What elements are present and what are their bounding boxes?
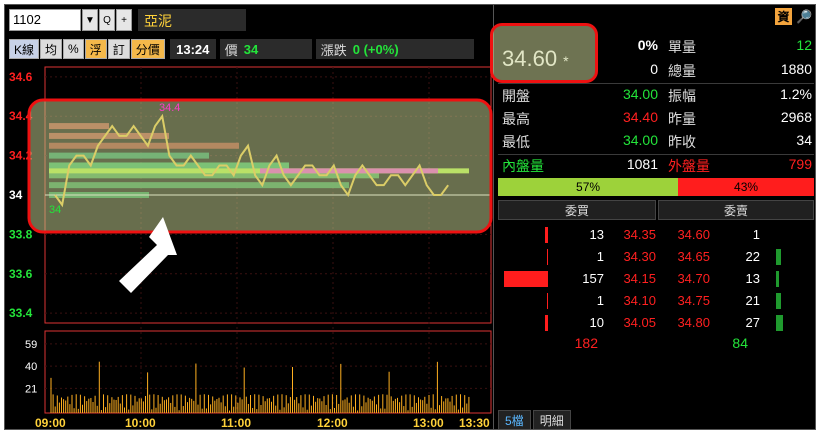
y-tick-label: 33.8 xyxy=(9,227,33,241)
ask-price: 34.60 xyxy=(677,227,710,242)
bid-price: 34.10 xyxy=(623,293,656,308)
inner-volume-label: 內盤量 xyxy=(502,158,544,174)
last-price-value: 34.60 xyxy=(502,46,558,71)
single-volume: 12 xyxy=(796,37,812,53)
order-book-row[interactable]: 1 34.30 34.65 22 xyxy=(494,247,815,267)
volume-tick-label: 21 xyxy=(25,383,37,395)
info-icon[interactable]: 資 xyxy=(775,8,792,25)
total-volume-label: 總量 xyxy=(668,63,696,79)
ask-depth-bar xyxy=(776,293,781,309)
x-tick-label: 13:00 xyxy=(413,416,444,430)
amplitude: 1.2% xyxy=(780,86,812,102)
low-label: 最低 xyxy=(502,134,530,150)
bid-price: 34.05 xyxy=(623,315,656,330)
order-book-row[interactable]: 10 34.05 34.80 27 xyxy=(494,313,815,333)
tab-five-levels[interactable]: 5檔 xyxy=(498,410,531,429)
ask-volume: 13 xyxy=(745,271,760,286)
x-tick-label: 11:00 xyxy=(221,416,251,430)
ask-volume: 27 xyxy=(745,315,760,330)
order-book-row[interactable]: 157 34.15 34.70 13 xyxy=(494,269,815,289)
divider xyxy=(498,154,814,155)
bid-volume: 1 xyxy=(596,249,604,264)
last-price: 34.60 * xyxy=(500,39,596,79)
bid-depth-bar xyxy=(504,271,548,287)
bid-volume: 1 xyxy=(596,293,604,308)
order-book-row[interactable]: 13 34.35 34.60 1 xyxy=(494,225,815,245)
x-tick-label: 12:00 xyxy=(317,416,348,430)
buy-ratio: 57% xyxy=(498,178,679,196)
y-tick-label: 34.6 xyxy=(9,70,33,84)
x-tick-label: 10:00 xyxy=(125,416,156,430)
last-price-star: * xyxy=(563,53,569,69)
bid-volume: 10 xyxy=(589,315,604,330)
sell-ratio: 43% xyxy=(678,178,814,196)
buy-sell-ratio-bar: 57% 43% xyxy=(498,178,814,196)
quote-panel: 資 🔎 34.60 * 0% 0 單量 12 總量 1880 開盤 34.00 振… xyxy=(493,5,815,429)
ask-header: 委賣 xyxy=(658,200,814,220)
x-tick-label: 09:00 xyxy=(35,416,66,430)
order-book-row[interactable]: 1 34.10 34.75 21 xyxy=(494,291,815,311)
ask-depth-bar xyxy=(776,315,783,331)
bid-price: 34.35 xyxy=(623,227,656,242)
prev-volume: 2968 xyxy=(780,109,812,125)
ask-total: 84 xyxy=(732,335,748,351)
volume-bars xyxy=(50,361,470,413)
zoom-icon[interactable]: 🔎 xyxy=(796,8,813,25)
bid-price: 34.30 xyxy=(623,249,656,264)
ask-volume: 1 xyxy=(752,227,760,242)
high-label: 最高 xyxy=(502,111,530,127)
quote-app: 1102 ▼ Q + 亞泥 K線 均 % 浮 訂 分價 13:24 價 34 漲… xyxy=(4,4,816,430)
prev-close-label: 昨收 xyxy=(668,134,696,150)
change-amount: 0 xyxy=(650,61,658,77)
ask-price: 34.75 xyxy=(677,293,710,308)
tab-details[interactable]: 明細 xyxy=(532,410,571,429)
outer-volume: 799 xyxy=(788,156,812,172)
x-tick-label: 13:30 xyxy=(459,416,490,430)
ask-price: 34.80 xyxy=(677,315,710,330)
change-percent: 0% xyxy=(637,37,658,53)
y-tick-label: 33.6 xyxy=(9,267,33,281)
ask-depth-bar xyxy=(776,271,779,287)
bid-volume: 13 xyxy=(589,227,604,242)
single-volume-label: 單量 xyxy=(668,39,696,55)
amplitude-label: 振幅 xyxy=(668,88,696,104)
inner-volume: 1081 xyxy=(626,156,658,172)
y-tick-label: 34 xyxy=(9,188,23,202)
bid-price: 34.15 xyxy=(623,271,656,286)
ask-volume: 22 xyxy=(745,249,760,264)
volume-tick-label: 59 xyxy=(25,339,37,351)
ask-volume: 21 xyxy=(745,293,760,308)
bid-depth-bar xyxy=(545,315,548,331)
bid-volume: 157 xyxy=(582,271,604,286)
bid-total: 182 xyxy=(574,335,598,351)
bid-depth-bar xyxy=(547,293,548,309)
outer-volume-label: 外盤量 xyxy=(668,158,710,174)
intraday-chart[interactable]: 34.634.434.23433.833.633.459402109:00 10:… xyxy=(5,5,495,430)
annotation-high: 34.4 xyxy=(159,102,180,114)
open-price: 34.00 xyxy=(622,86,658,102)
low-price: 34.00 xyxy=(622,132,658,148)
open-label: 開盤 xyxy=(502,88,530,104)
high-price: 34.40 xyxy=(622,109,658,125)
total-volume: 1880 xyxy=(780,61,812,77)
ask-depth-bar xyxy=(776,249,781,265)
annotation-low: 34 xyxy=(49,204,61,216)
ask-price: 34.65 xyxy=(677,249,710,264)
quote-panel-tools: 資 🔎 xyxy=(775,8,813,25)
quote-tabs: 5檔 明細 xyxy=(498,410,571,429)
chart-callout xyxy=(27,98,493,234)
bid-header: 委買 xyxy=(498,200,656,220)
volume-tick-label: 40 xyxy=(25,361,37,373)
ask-price: 34.70 xyxy=(677,271,710,286)
prev-close: 34 xyxy=(796,132,812,148)
callouts: 34.4 34 xyxy=(27,98,493,293)
prev-volume-label: 昨量 xyxy=(668,111,696,127)
bid-depth-bar xyxy=(547,249,548,265)
divider xyxy=(498,83,814,84)
bid-depth-bar xyxy=(545,227,548,243)
y-tick-label: 33.4 xyxy=(9,306,33,320)
